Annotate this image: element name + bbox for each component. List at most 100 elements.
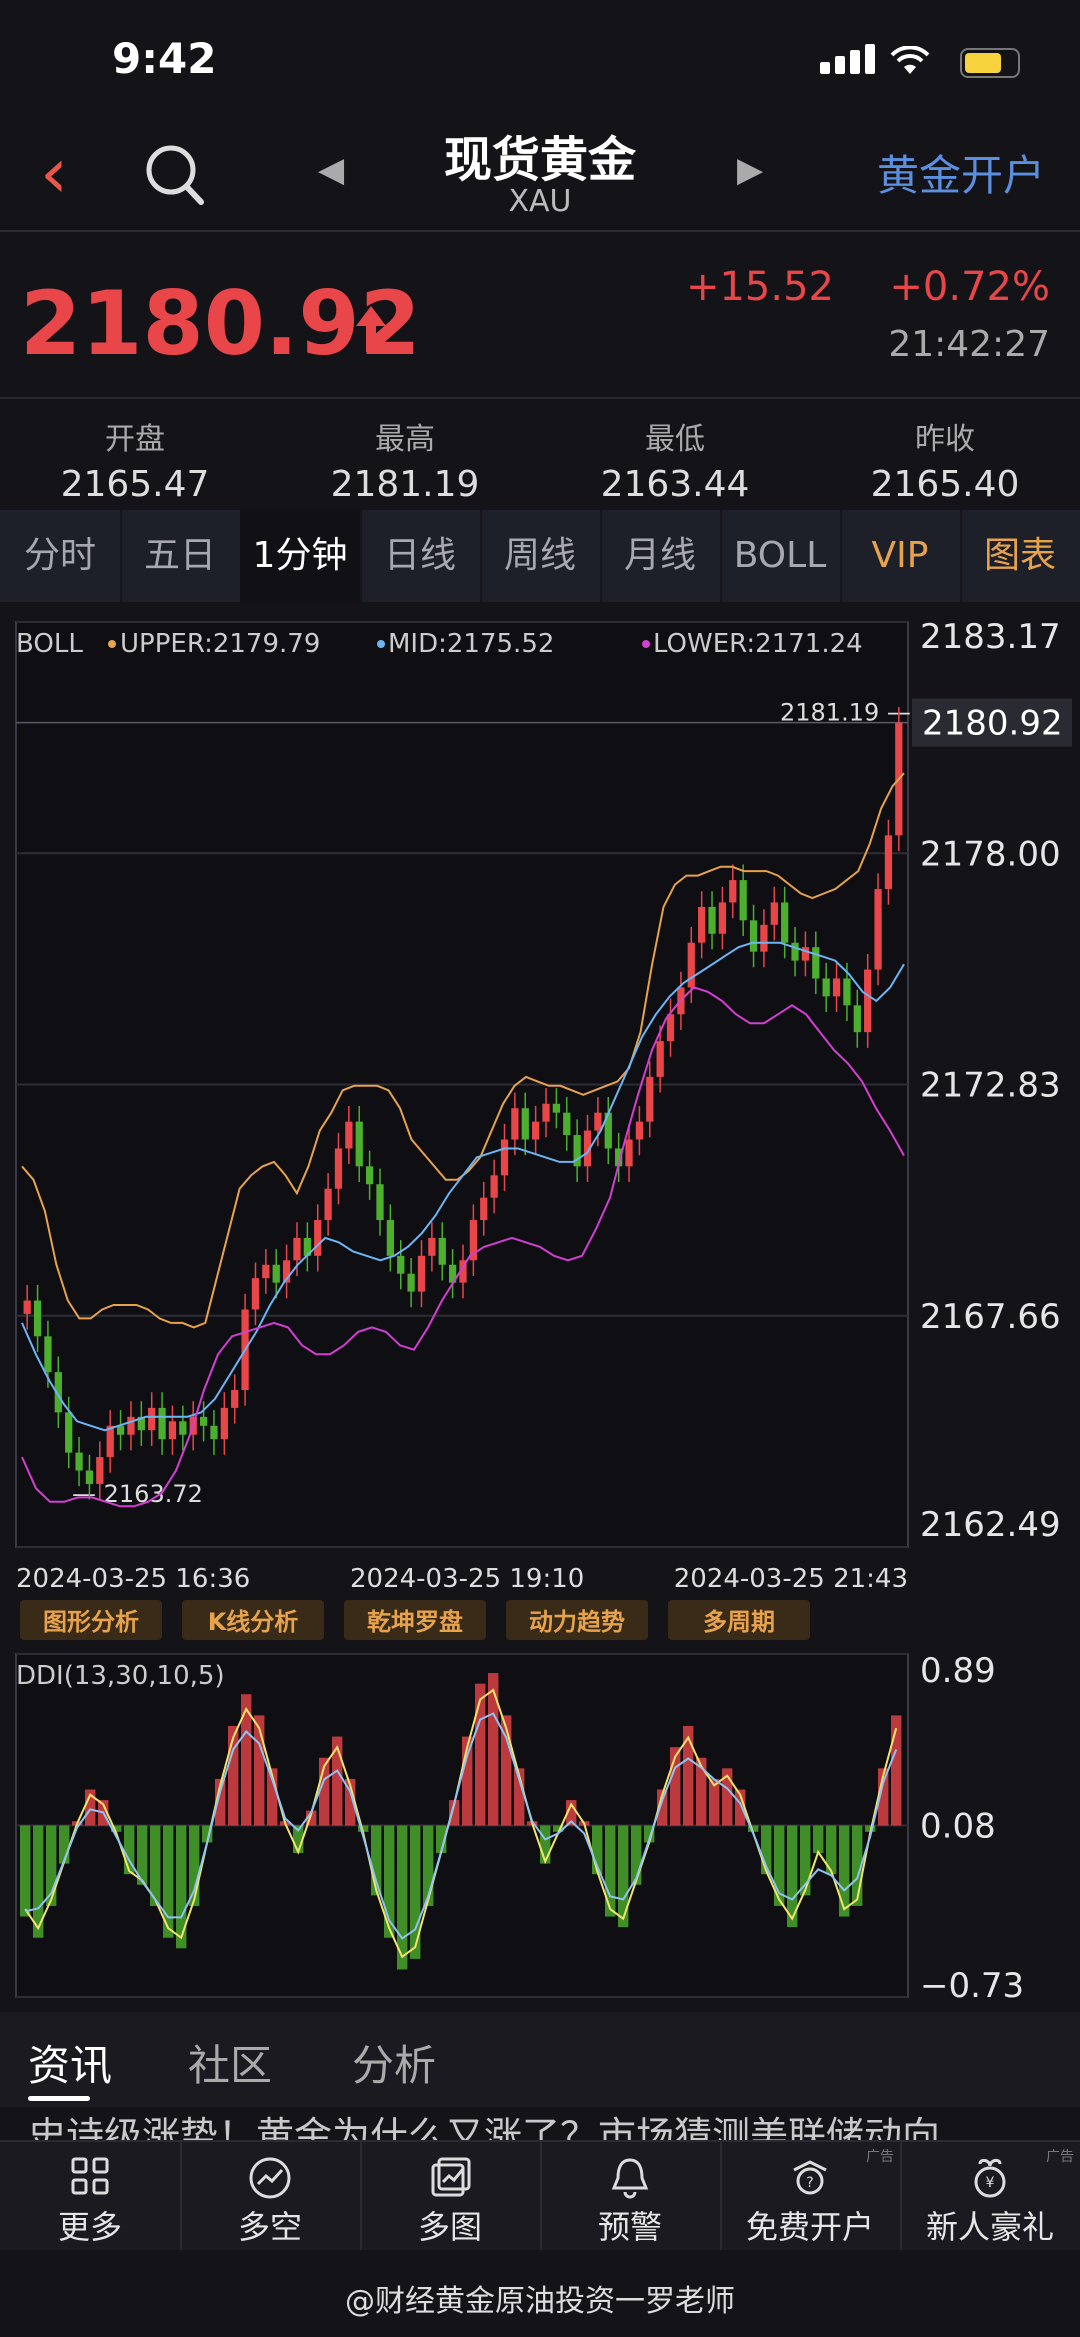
candle-body	[231, 1390, 239, 1408]
svg-text:?: ?	[806, 2175, 813, 2191]
ddi-bar	[254, 1715, 265, 1826]
x-tick-label: 2024-03-25 19:10	[350, 1564, 584, 1594]
signal-icon	[820, 44, 880, 74]
candle-body	[345, 1121, 353, 1149]
stat-value: 2165.40	[870, 464, 1020, 505]
tab-1min[interactable]: 1分钟	[240, 510, 362, 602]
grid-icon	[0, 2156, 180, 2198]
stat-high: 最高 2181.19	[270, 414, 540, 505]
tab-weekly[interactable]: 周线	[480, 510, 602, 602]
candle-body	[552, 1103, 561, 1113]
candle-body	[708, 906, 716, 934]
candle-body	[646, 1076, 654, 1122]
candle-body	[65, 1412, 73, 1453]
candle-body	[158, 1407, 166, 1440]
candle-body	[822, 978, 830, 997]
ad-badge: 广告	[1046, 2149, 1074, 2165]
watermark-text: @财经黄金原油投资一罗老师	[345, 2284, 735, 2319]
candle-body	[511, 1108, 519, 1140]
tab-analysis[interactable]: 分析	[352, 2032, 436, 2093]
tab-five-day[interactable]: 五日	[120, 510, 242, 602]
candle-body	[334, 1148, 343, 1189]
candle-body	[729, 880, 737, 903]
bottom-nav: 更多 多空 多图 预警 广告 ? 免费开户 广告 ¥ 新人豪礼	[0, 2140, 1080, 2250]
candle-body	[220, 1407, 228, 1440]
candle-body	[179, 1421, 187, 1435]
nav-more[interactable]: 更多	[0, 2142, 182, 2250]
period-tabs: 分时 五日 1分钟 日线 周线 月线 BOLL VIP 图表	[0, 510, 1080, 602]
stat-prev-close: 昨收 2165.40	[810, 414, 1080, 505]
candle-body	[397, 1255, 405, 1274]
stat-value: 2163.44	[600, 464, 750, 505]
candle-body	[739, 880, 747, 921]
ddi-bar	[189, 1825, 200, 1906]
change-percent: +0.72%	[889, 264, 1050, 310]
tab-community[interactable]: 社区	[188, 2032, 272, 2093]
candle-body	[210, 1425, 218, 1440]
tab-news[interactable]: 资讯	[28, 2032, 112, 2093]
candle-body	[44, 1336, 52, 1373]
candle-body	[251, 1278, 260, 1310]
tab-boll[interactable]: BOLL	[720, 510, 842, 602]
candle-body	[365, 1166, 374, 1185]
ddi-y-tick-label: −0.73	[920, 1966, 1024, 2006]
candle-body	[386, 1220, 394, 1256]
candle-body	[625, 1139, 633, 1167]
candle-body	[116, 1425, 125, 1435]
status-time: 9:42	[112, 34, 217, 83]
tab-monthly[interactable]: 月线	[600, 510, 722, 602]
status-bar: 9:42	[0, 0, 1080, 120]
ddi-bar	[618, 1825, 629, 1928]
stat-low: 最低 2163.44	[540, 414, 810, 505]
legend-dot-lower	[642, 640, 650, 648]
price-chart-svg[interactable]: 2183.17 2178.00 2172.83 2167.66 2162.49 2180.…	[0, 612, 1080, 2012]
wifi-icon	[890, 45, 930, 84]
nav-free-account[interactable]: 广告 ? 免费开户	[720, 2142, 902, 2250]
candle-body	[355, 1121, 363, 1167]
ddi-bar	[540, 1825, 551, 1864]
candle-body	[500, 1139, 509, 1176]
stat-label: 最低	[645, 422, 705, 457]
ddi-y-tick-label: 0.08	[920, 1807, 996, 1847]
ddi-bar	[683, 1725, 694, 1826]
candle-body	[760, 924, 768, 952]
candle-body	[791, 942, 799, 961]
candle-body	[864, 969, 872, 1033]
candle-body	[635, 1121, 644, 1140]
battery-icon	[960, 48, 1020, 78]
ddi-bar	[371, 1825, 382, 1896]
tab-daily[interactable]: 日线	[360, 510, 482, 602]
candle-body	[698, 906, 706, 943]
nav-alert[interactable]: 预警	[540, 2142, 722, 2250]
nav-label: 新人豪礼	[925, 2208, 1054, 2246]
nav-label: 免费开户	[745, 2208, 874, 2246]
open-account-button[interactable]: 黄金开户	[877, 142, 1045, 203]
nav-long-short[interactable]: 多空	[180, 2142, 362, 2250]
nav-new-user-gift[interactable]: 广告 ¥ 新人豪礼	[900, 2142, 1080, 2250]
candle-body	[417, 1255, 426, 1292]
x-tick-label: 2024-03-25 16:36	[16, 1564, 250, 1594]
change-value: +15.52	[685, 264, 834, 310]
multi-chart-icon	[360, 2156, 540, 2198]
ddi-bar	[839, 1825, 850, 1917]
tab-chart[interactable]: 图表	[960, 510, 1080, 602]
candle-body	[521, 1108, 529, 1140]
candle-body	[23, 1300, 31, 1314]
stat-value: 2165.47	[60, 464, 210, 505]
candle-body	[127, 1416, 135, 1435]
nav-label: 更多	[57, 2208, 122, 2246]
tab-timeshare[interactable]: 分时	[0, 510, 122, 602]
nav-label: 多空	[237, 2208, 302, 2246]
nav-multi-chart[interactable]: 多图	[360, 2142, 542, 2250]
candle-body	[853, 1005, 861, 1033]
y-tick-label: 2172.83	[920, 1066, 1061, 1106]
ddi-title: DDI(13,30,10,5)	[16, 1661, 225, 1691]
chart-area[interactable]: 2183.17 2178.00 2172.83 2167.66 2162.49 2180.…	[0, 612, 1080, 2012]
candle-body	[96, 1457, 104, 1484]
tab-vip[interactable]: VIP	[840, 510, 962, 602]
candle-body	[781, 902, 789, 943]
y-tick-label: 2162.49	[920, 1505, 1061, 1545]
stat-value: 2181.19	[330, 464, 480, 505]
candle-body	[376, 1184, 384, 1221]
nav-label: 预警	[597, 2208, 662, 2246]
